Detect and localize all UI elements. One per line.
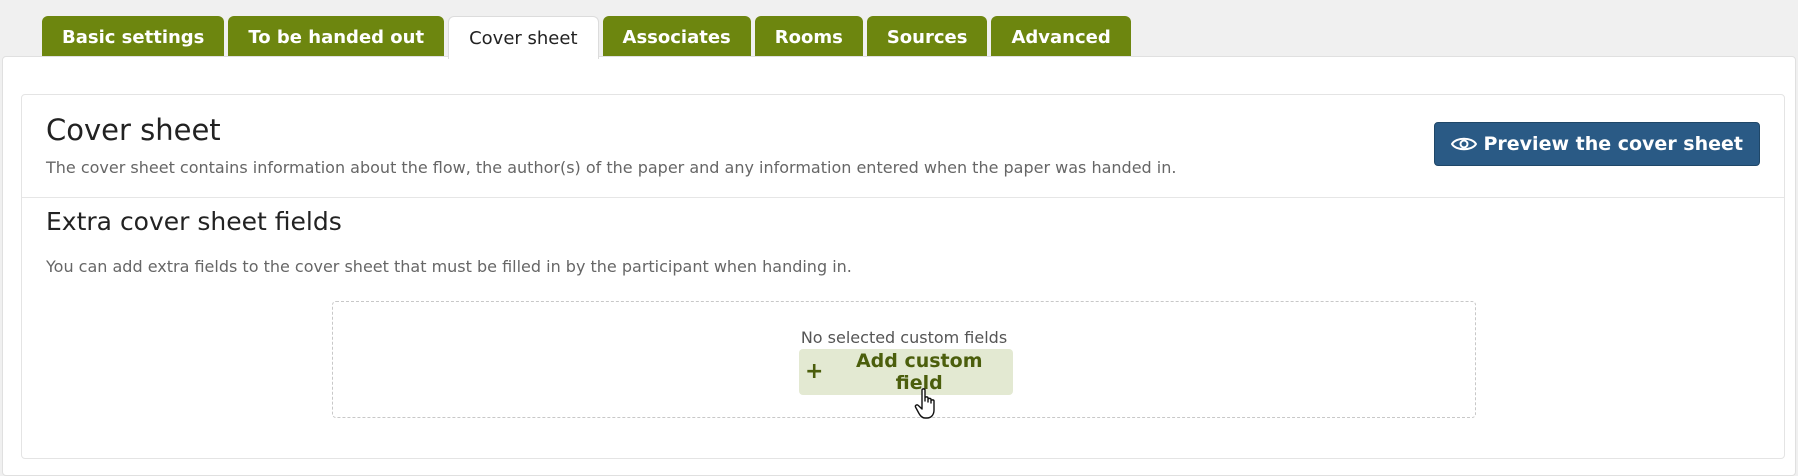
tab-panel: Cover sheet The cover sheet contains inf… bbox=[2, 56, 1796, 476]
tab-associates[interactable]: Associates bbox=[602, 16, 751, 58]
preview-button-label: Preview the cover sheet bbox=[1483, 133, 1743, 155]
extra-fields-title: Extra cover sheet fields bbox=[46, 207, 342, 236]
cover-sheet-card: Cover sheet The cover sheet contains inf… bbox=[21, 94, 1785, 459]
cover-description: The cover sheet contains information abo… bbox=[46, 158, 1177, 177]
empty-state-text: No selected custom fields bbox=[800, 328, 1008, 347]
hand-cursor-icon bbox=[914, 388, 935, 419]
add-custom-field-button[interactable]: + Add custom field bbox=[799, 349, 1013, 395]
tab-cover-sheet[interactable]: Cover sheet bbox=[448, 16, 599, 59]
tab-to-be-handed-out[interactable]: To be handed out bbox=[228, 16, 445, 58]
tab-basic-settings[interactable]: Basic settings bbox=[42, 16, 225, 58]
eye-icon bbox=[1451, 137, 1478, 151]
plus-icon: + bbox=[805, 359, 824, 384]
tab-rooms[interactable]: Rooms bbox=[754, 16, 863, 58]
card-header: Cover sheet The cover sheet contains inf… bbox=[22, 95, 1784, 198]
tab-sources[interactable]: Sources bbox=[866, 16, 988, 58]
tab-bar: Basic settings To be handed out Cover sh… bbox=[42, 16, 1131, 59]
custom-fields-dropzone: No selected custom fields + Add custom f… bbox=[332, 301, 1476, 418]
page-title: Cover sheet bbox=[46, 113, 221, 147]
extra-fields-description: You can add extra fields to the cover sh… bbox=[46, 257, 852, 276]
preview-cover-sheet-button[interactable]: Preview the cover sheet bbox=[1434, 122, 1760, 166]
tab-advanced[interactable]: Advanced bbox=[991, 16, 1131, 58]
